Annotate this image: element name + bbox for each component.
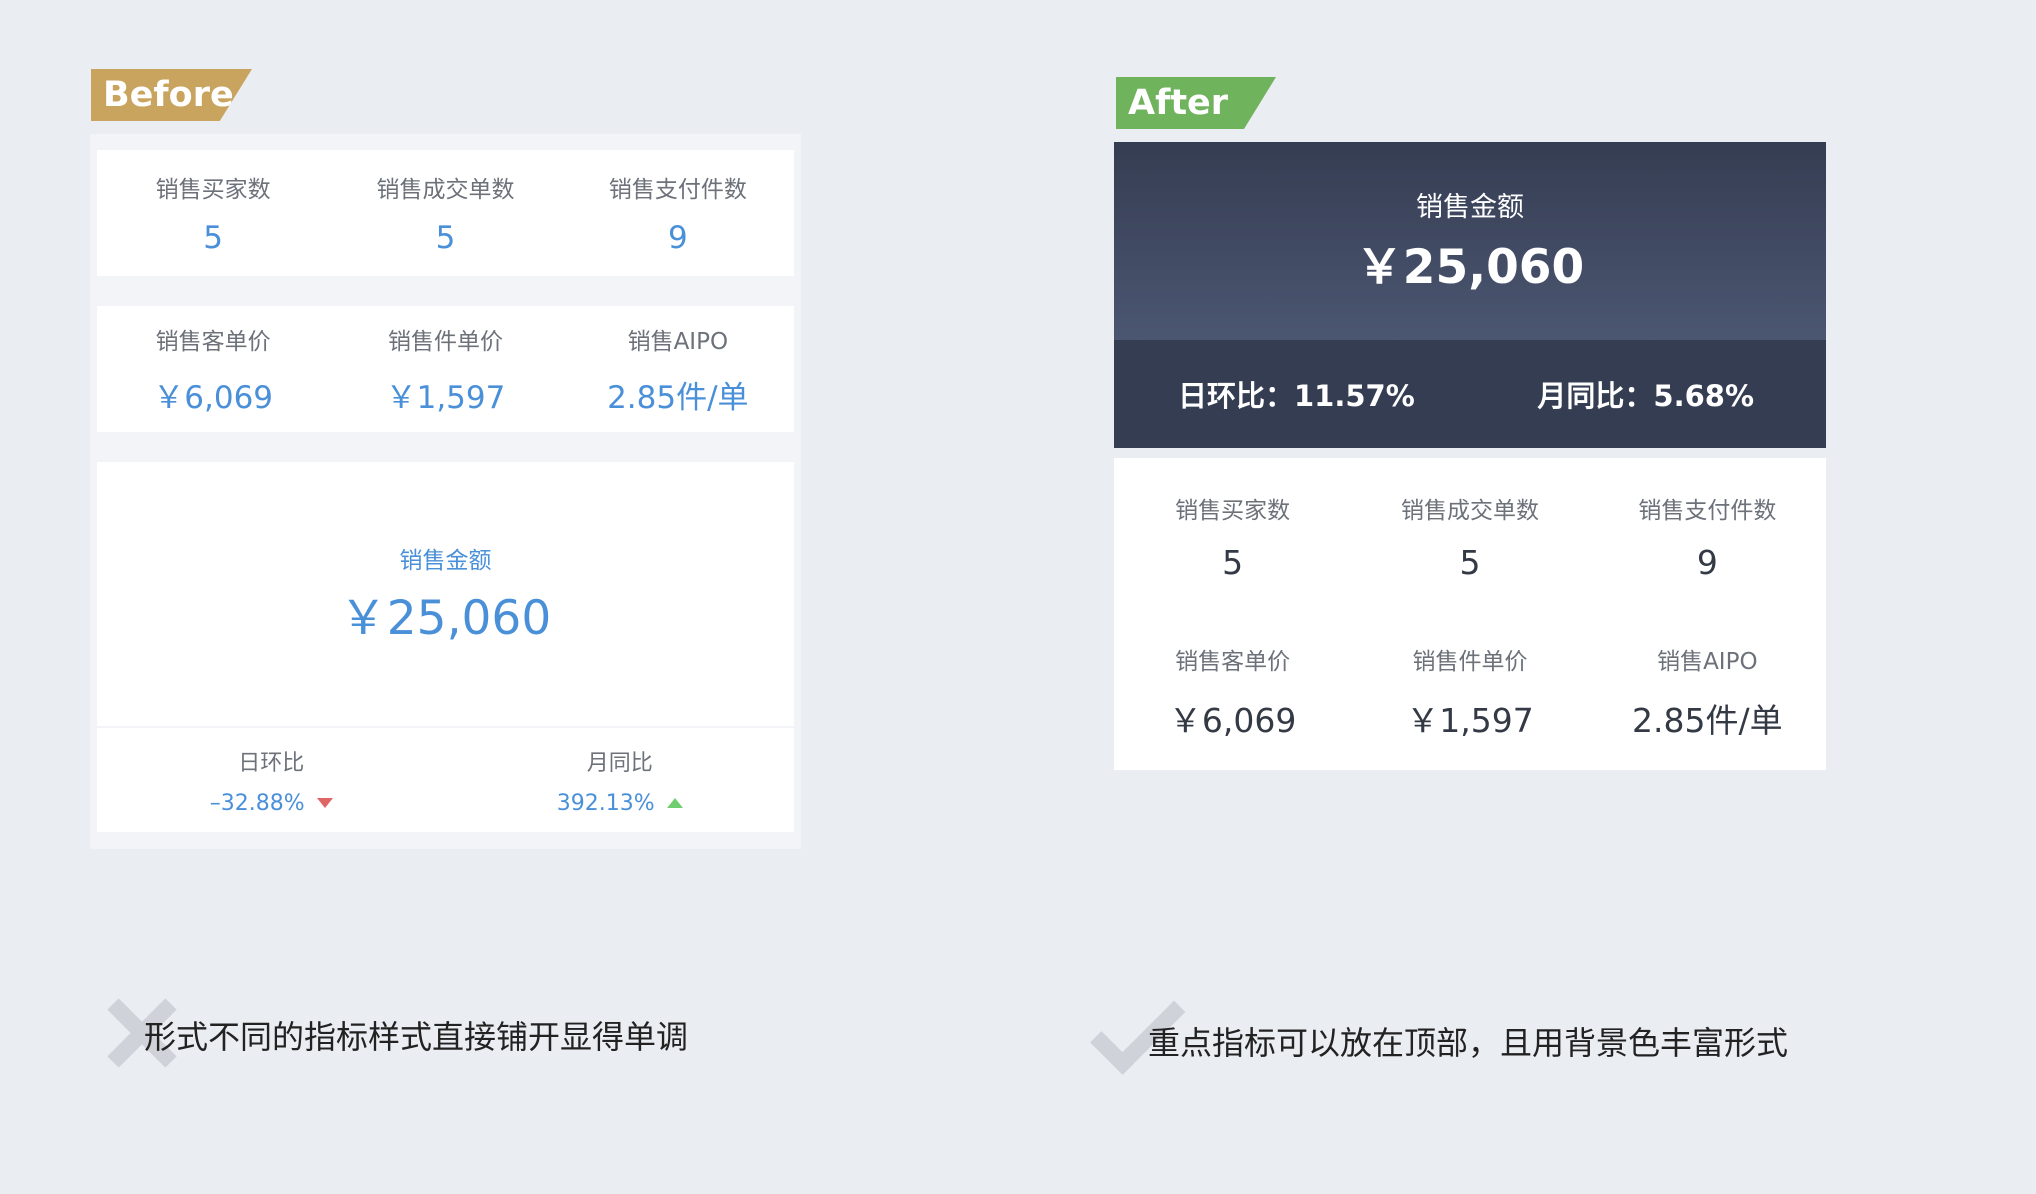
metric-customer-price: 销售客单价 ￥6,069: [1114, 614, 1351, 770]
comparison-value: 392.13%: [557, 791, 683, 816]
trend-down-icon: [316, 798, 333, 808]
after-caption: 重点指标可以放在顶部，且用背景色丰富形式: [1148, 1018, 1788, 1064]
day-over-day: 日环比：11.57%: [1178, 379, 1415, 413]
metric-label: 销售买家数: [155, 177, 271, 203]
metric-value: ￥1,597: [385, 379, 506, 416]
metric-item-price: 销售件单价 ￥1,597: [329, 306, 561, 432]
metric-label: 销售客单价: [155, 328, 271, 355]
metric-items: 销售支付件数 9: [562, 150, 794, 276]
metric-label: 销售客单价: [1175, 649, 1291, 675]
after-metrics-card: 销售买家数 5 销售成交单数 5 销售支付件数 9 销售客单价 ￥6,069 销…: [1114, 458, 1826, 770]
metric-label: 销售AIPO: [627, 328, 729, 355]
metric-value: 2.85件/单: [1632, 701, 1783, 740]
comparison-label: 日环比: [238, 750, 305, 776]
metric-label: 销售成交单数: [1400, 497, 1539, 524]
metric-value: 9: [667, 220, 688, 256]
month-over-month: 月同比：5.68%: [1537, 379, 1754, 413]
before-metrics-row-2: 销售客单价 ￥6,069 销售件单价 ￥1,597 销售AIPO 2.85件/单: [97, 306, 794, 432]
metric-orders: 销售成交单数 5: [1351, 458, 1588, 614]
day-over-day: 日环比 –32.88%: [97, 728, 446, 832]
sales-amount-value: ￥25,060: [1355, 240, 1585, 295]
metric-value: 5: [435, 220, 456, 256]
metric-value: 5: [1222, 542, 1244, 582]
metric-value: 9: [1696, 542, 1718, 582]
after-metrics-row-1: 销售买家数 5 销售成交单数 5 销售支付件数 9: [1114, 458, 1826, 614]
metric-label: 销售件单价: [1412, 649, 1528, 675]
metric-orders: 销售成交单数 5: [329, 150, 561, 276]
before-caption: 形式不同的指标样式直接铺开显得单调: [144, 1012, 688, 1058]
metric-buyers: 销售买家数 5: [97, 150, 329, 276]
metric-label: 销售支付件数: [1638, 497, 1777, 524]
sales-amount-value: ￥25,060: [339, 590, 552, 646]
metric-value: 5: [203, 220, 224, 256]
metric-buyers: 销售买家数 5: [1114, 458, 1351, 614]
before-panel: 销售买家数 5 销售成交单数 5 销售支付件数 9 销售客单价 ￥6,069 销…: [90, 134, 801, 849]
month-over-month: 月同比 392.13%: [446, 728, 795, 832]
metric-customer-price: 销售客单价 ￥6,069: [97, 306, 329, 432]
comparison-number: –32.88%: [209, 790, 305, 816]
metric-item-price: 销售件单价 ￥1,597: [1351, 614, 1588, 770]
after-sales-amount-header: 销售金额 ￥25,060: [1114, 142, 1826, 340]
metric-value: 5: [1459, 542, 1481, 582]
metric-label: 销售成交单数: [376, 177, 515, 203]
before-comparison-row: 日环比 –32.88% 月同比 392.13%: [97, 728, 794, 832]
metric-value: ￥6,069: [153, 379, 274, 416]
metric-aipo: 销售AIPO 2.85件/单: [1589, 614, 1826, 770]
caption-text: 重点指标可以放在顶部，且用背景色丰富形式: [1148, 1024, 1789, 1062]
metric-value: ￥1,597: [1406, 701, 1534, 740]
after-metrics-row-2: 销售客单价 ￥6,069 销售件单价 ￥1,597 销售AIPO 2.85件/单: [1114, 614, 1826, 770]
metric-label: 销售支付件数: [608, 177, 747, 203]
sales-amount-label: 销售金额: [1416, 192, 1524, 223]
metric-label: 销售AIPO: [1657, 649, 1758, 675]
metric-label: 销售件单价: [387, 328, 503, 355]
metric-value: 2.85件/单: [607, 379, 749, 416]
comparison-label: 月同比: [586, 750, 653, 776]
after-tag: After: [1116, 77, 1276, 129]
before-metrics-row-1: 销售买家数 5 销售成交单数 5 销售支付件数 9: [97, 150, 794, 276]
after-comparison-bar: 日环比：11.57% 月同比：5.68%: [1114, 340, 1826, 448]
caption-text: 形式不同的指标样式直接铺开显得单调: [144, 1018, 689, 1056]
before-tag: Before: [91, 69, 252, 121]
before-sales-amount-card: 销售金额 ￥25,060: [97, 462, 794, 726]
metric-value: ￥6,069: [1168, 701, 1297, 740]
comparison-value: –32.88%: [210, 791, 333, 816]
sales-amount: 销售金额 ￥25,060: [97, 462, 794, 726]
metric-items: 销售支付件数 9: [1589, 458, 1826, 614]
metric-label: 销售买家数: [1175, 497, 1291, 524]
sales-amount-label: 销售金额: [399, 547, 492, 574]
trend-up-icon: [666, 798, 683, 808]
metric-aipo: 销售AIPO 2.85件/单: [562, 306, 794, 432]
comparison-number: 392.13%: [556, 790, 655, 816]
